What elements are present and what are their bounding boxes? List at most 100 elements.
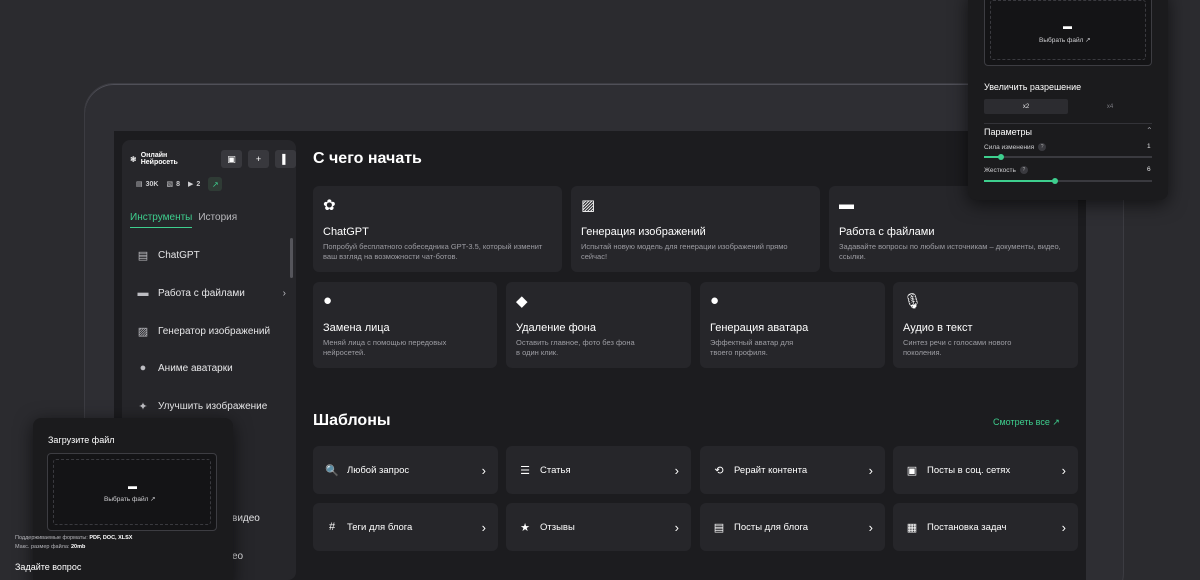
sidebar-header: ❃ Онлайн Нейросеть ▣ + ▌	[130, 150, 296, 168]
card-avatar-generation[interactable]: ● Генерация аватара Эффектный аватар для…	[700, 282, 885, 368]
upscale-option-x2[interactable]: x2	[984, 99, 1068, 114]
template-blog-tags[interactable]: # Теги для блога ›	[313, 503, 498, 551]
stat-image: ▧ 8	[166, 180, 180, 189]
usage-stats: ▤ 30K ▧ 8 ▶ 2 ↗	[136, 177, 223, 191]
blog-icon: ▤	[713, 521, 725, 534]
archive-button[interactable]: ▣	[220, 150, 242, 168]
archive-icon: ▣	[227, 153, 236, 164]
template-any-request[interactable]: 🔍 Любой запрос ›	[313, 446, 498, 494]
template-label: Посты для блога	[734, 521, 809, 533]
stat-image-value: 8	[176, 180, 180, 188]
template-article[interactable]: ☰ Статья ›	[506, 446, 691, 494]
card-audio-to-text[interactable]: 🎙 Аудио в текст Синтез речи с голосами н…	[893, 282, 1078, 368]
chevron-up-icon[interactable]: ⌃	[1146, 126, 1153, 135]
card-desc: Синтез речи с голосами нового поколения.	[903, 338, 1012, 357]
plus-icon: +	[255, 154, 262, 164]
mic-icon: 🎙	[903, 293, 923, 310]
max-size-value: 20mb	[70, 544, 86, 550]
sidebar-item-anime-avatars[interactable]: ● Аниме аватарки	[136, 361, 286, 375]
help-icon[interactable]: ?	[1019, 166, 1028, 174]
brand-name: Онлайн Нейросеть	[140, 152, 178, 166]
chevron-right-icon: ›	[1061, 462, 1066, 478]
upscale-option-x4[interactable]: x4	[1068, 99, 1152, 114]
chat-icon: ▤	[136, 181, 143, 188]
upscale-selector: x2 x4	[984, 99, 1152, 114]
sidebar-tabs: Инструменты История	[130, 212, 237, 228]
card-title: Генерация изображений	[581, 226, 706, 238]
brand[interactable]: ❃ Онлайн Нейросеть	[130, 152, 203, 166]
sidebar-item-files[interactable]: ▬ Работа с файлами ›	[136, 286, 287, 300]
upload-dropzone[interactable]: ▬ Выбрать файл ↗	[47, 453, 217, 531]
chevron-right-icon: ›	[282, 287, 286, 299]
tab-tools[interactable]: Инструменты	[130, 212, 193, 228]
sidebar-toggle-icon: ▌	[282, 154, 289, 164]
strength-slider[interactable]	[984, 154, 1152, 160]
new-chat-button[interactable]: +	[247, 150, 269, 168]
sidebar-item-video[interactable]: видео	[232, 513, 292, 524]
template-label: Отзывы	[540, 521, 575, 533]
sidebar-item-video-2[interactable]: ео	[232, 551, 292, 562]
upload-title: Загрузите файл	[48, 435, 115, 445]
sidebar-item-label: Генератор изображений	[158, 325, 271, 337]
settings-dropzone[interactable]: ▬ Выбрать файл ↗	[984, 0, 1152, 66]
card-face-swap[interactable]: ● Замена лица Меняй лица с помощью перед…	[313, 282, 497, 368]
divider	[984, 123, 1152, 124]
chevron-right-icon: ›	[481, 462, 486, 478]
templates-heading: Шаблоны	[313, 412, 391, 429]
params-label[interactable]: Параметры	[984, 127, 1032, 137]
tab-history[interactable]: История	[198, 212, 237, 228]
card-chatgpt[interactable]: ✿ ChatGPT Попробуй бесплатного собеседни…	[313, 186, 562, 272]
formats-label: Поддерживаемые форматы:	[15, 535, 88, 541]
slider-knob[interactable]	[997, 154, 1004, 160]
card-title: ChatGPT	[323, 226, 369, 238]
card-desc: Меняй лица с помощью передовых нейросете…	[323, 338, 447, 357]
stage: ❃ Онлайн Нейросеть ▣ + ▌ ▤ 30K ▧ 8 ▶ 2 ↗ Ин…	[0, 0, 1200, 580]
param-rigidity-value: 6	[1147, 166, 1151, 173]
max-file-size: Макс. размер файла: 20mb	[15, 543, 132, 552]
task-icon: ▦	[906, 521, 918, 534]
formats-value: PDF, DOC, XLSX	[89, 535, 133, 541]
rigidity-slider[interactable]	[984, 178, 1152, 184]
card-title: Удаление фона	[516, 322, 596, 334]
help-icon[interactable]: ?	[1038, 143, 1047, 151]
param-strength: Сила изменения ?	[984, 143, 1047, 151]
param-name: Жесткость	[984, 166, 1016, 174]
folder-icon: ▬	[128, 481, 137, 491]
social-icon: ▣	[906, 464, 918, 477]
chevron-right-icon: ›	[1061, 519, 1066, 535]
sidebar-item-chatgpt[interactable]: ▤ ChatGPT	[136, 248, 286, 262]
sidebar-scrollbar[interactable]	[290, 238, 293, 278]
template-reviews[interactable]: ★ Отзывы ›	[506, 503, 691, 551]
folder-icon: ▬	[839, 196, 854, 213]
template-label: Теги для блога	[347, 521, 413, 533]
template-label: Постановка задач	[927, 521, 1007, 533]
collapse-sidebar-button[interactable]: ▌	[274, 150, 296, 168]
rewrite-icon: ⟲	[714, 464, 724, 477]
sidebar-item-enhance-image[interactable]: ✦ Улучшить изображение	[136, 399, 286, 413]
see-all-link[interactable]: Смотреть все ↗	[993, 417, 1060, 428]
card-background-removal[interactable]: ◆ Удаление фона Оставить главное, фото б…	[506, 282, 691, 368]
face-icon: ●	[323, 292, 333, 309]
stat-video-value: 2	[196, 180, 201, 188]
slider-knob[interactable]	[1051, 178, 1058, 184]
image-icon: ▧	[166, 181, 174, 188]
card-title: Аудио в текст	[903, 322, 973, 334]
template-social-posts[interactable]: ▣ Посты в соц. сетях ›	[893, 446, 1078, 494]
arrow-up-right-icon: ↗	[211, 179, 219, 189]
article-icon: ☰	[520, 464, 530, 477]
param-strength-value: 1	[1147, 143, 1151, 150]
card-desc: Оставить главное, фото без фона в один к…	[516, 338, 635, 357]
stat-chat-value: 30K	[145, 180, 159, 188]
sidebar-item-label: ео	[232, 551, 244, 562]
person-icon: ●	[139, 362, 147, 374]
template-rewrite[interactable]: ⟲ Рерайт контента ›	[700, 446, 885, 494]
chevron-right-icon: ›	[868, 462, 873, 478]
image-icon: ▨	[581, 197, 596, 214]
card-image-generation[interactable]: ▨ Генерация изображений Испытай новую мо…	[571, 186, 820, 272]
template-blog-posts[interactable]: ▤ Посты для блога ›	[700, 503, 885, 551]
openai-icon: ✿	[323, 197, 336, 214]
sidebar-item-image-generator[interactable]: ▨ Генератор изображений	[136, 324, 286, 338]
upgrade-button[interactable]: ↗	[208, 177, 223, 191]
template-task-setting[interactable]: ▦ Постановка задач ›	[893, 503, 1078, 551]
video-icon: ▶	[188, 181, 194, 188]
